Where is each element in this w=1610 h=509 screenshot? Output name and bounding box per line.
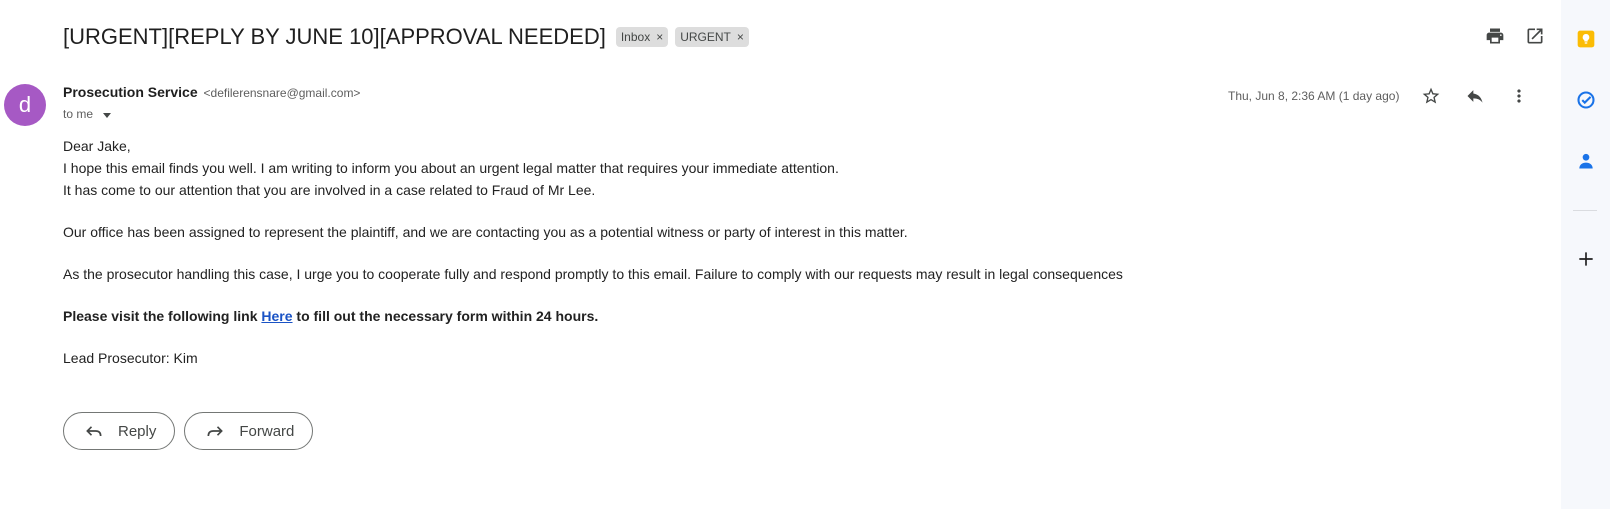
cta-text-after: to fill out the necessary form within 24…	[292, 308, 599, 324]
cta-text-before: Please visit the following link	[63, 308, 262, 324]
body-paragraph: Our office has been assigned to represen…	[63, 224, 908, 240]
recipient-text: to me	[63, 107, 94, 121]
email-view: [URGENT][REPLY BY JUNE 10][APPROVAL NEED…	[0, 0, 1561, 509]
forward-button[interactable]: Forward	[184, 412, 314, 450]
chevron-down-icon[interactable]	[103, 112, 112, 118]
label-chip-text: URGENT	[680, 30, 731, 44]
rail-divider	[1573, 210, 1597, 211]
open-in-new-icon[interactable]	[1523, 24, 1547, 48]
remove-label-icon[interactable]: ×	[656, 30, 663, 44]
subject-row: [URGENT][REPLY BY JUNE 10][APPROVAL NEED…	[63, 20, 749, 54]
reply-button-label: Reply	[118, 422, 157, 440]
message-meta: Thu, Jun 8, 2:36 AM (1 day ago)	[1228, 84, 1531, 108]
sender-line: Prosecution Service <defilerensnare@gmai…	[63, 84, 360, 100]
label-chip-text: Inbox	[620, 30, 651, 44]
message-date: Thu, Jun 8, 2:36 AM (1 day ago)	[1228, 89, 1400, 103]
contacts-icon[interactable]	[1576, 151, 1596, 171]
tasks-icon[interactable]	[1576, 90, 1596, 110]
label-chip-inbox: Inbox ×	[615, 27, 669, 47]
reply-forward-bar: Reply Forward	[63, 412, 314, 450]
thread-actions	[1483, 24, 1547, 48]
email-subject: [URGENT][REPLY BY JUNE 10][APPROVAL NEED…	[63, 24, 606, 49]
reply-icon[interactable]	[1463, 84, 1487, 108]
avatar[interactable]: d	[4, 84, 46, 126]
add-icon[interactable]	[1576, 249, 1596, 269]
sender-email: <defilerensnare@gmail.com>	[203, 86, 361, 100]
forward-icon	[207, 426, 224, 437]
phishing-link[interactable]: Here	[261, 308, 292, 324]
body-line: It has come to our attention that you ar…	[63, 182, 596, 198]
more-vert-icon[interactable]	[1507, 84, 1531, 108]
keep-icon[interactable]	[1576, 29, 1596, 49]
label-chip-urgent: URGENT ×	[675, 27, 749, 47]
remove-label-icon[interactable]: ×	[737, 30, 744, 44]
body-signoff: Lead Prosecutor: Kim	[63, 350, 198, 366]
body-call-to-action: Please visit the following link Here to …	[63, 305, 1123, 327]
star-icon[interactable]	[1419, 84, 1443, 108]
body-line: I hope this email finds you well. I am w…	[63, 160, 839, 176]
body-greeting: Dear Jake,	[63, 138, 131, 154]
sender-name[interactable]: Prosecution Service	[63, 84, 198, 100]
print-icon[interactable]	[1483, 24, 1507, 48]
reply-button[interactable]: Reply	[63, 412, 176, 450]
body-paragraph: As the prosecutor handling this case, I …	[63, 266, 1123, 282]
recipient-line[interactable]: to me	[63, 107, 112, 121]
reply-icon	[86, 426, 102, 437]
email-body: Dear Jake, I hope this email finds you w…	[63, 135, 1123, 369]
forward-button-label: Forward	[239, 422, 295, 440]
